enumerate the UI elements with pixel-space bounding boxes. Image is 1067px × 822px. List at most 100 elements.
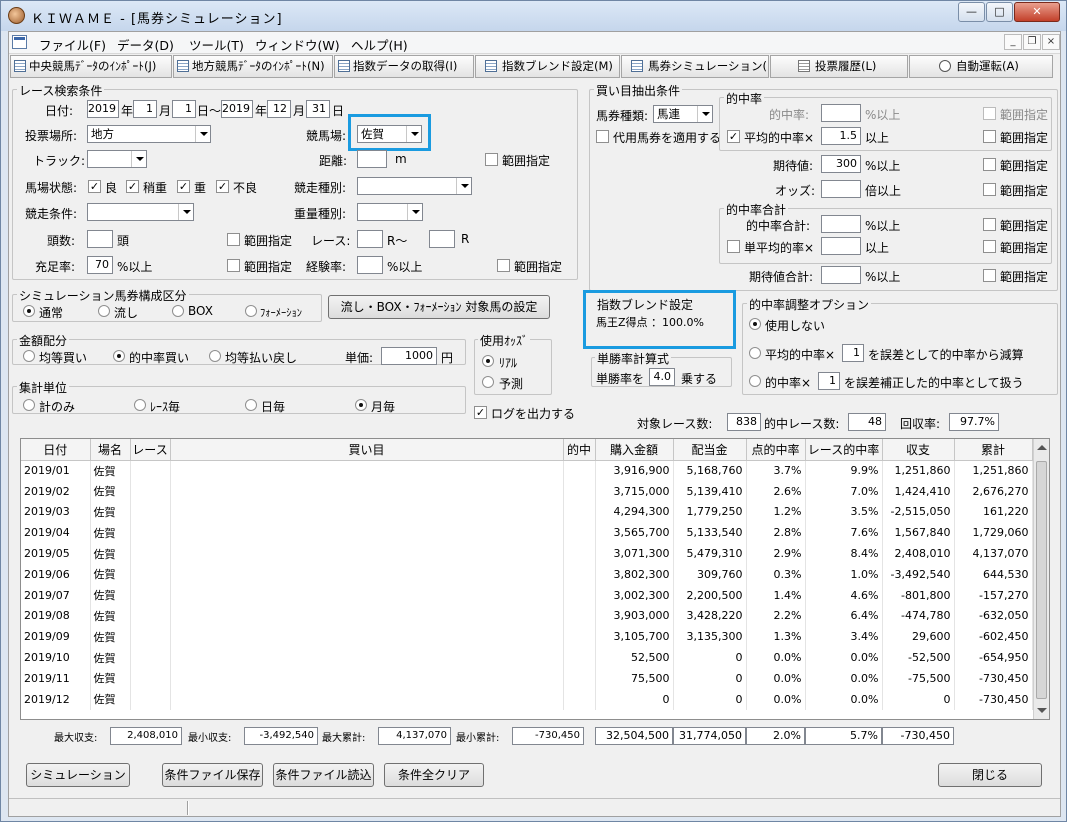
table-row[interactable]: 2019/08 佐賀 3,903,000 3,428,220 2.2% 6.4% -474,… xyxy=(21,605,1033,627)
table-scrollbar[interactable] xyxy=(1033,439,1049,719)
table-row[interactable]: 2019/12 佐賀 0 0 0.0% 0.0% 0 -730,450 xyxy=(21,688,1033,710)
agg-day-radio[interactable] xyxy=(245,399,257,411)
adjust-none-radio[interactable] xyxy=(749,318,761,330)
course-select[interactable] xyxy=(87,150,147,168)
col-cumulative[interactable]: 累計 xyxy=(954,439,1033,461)
scroll-thumb[interactable] xyxy=(1036,461,1047,699)
money-hitrate-radio[interactable] xyxy=(113,350,125,362)
from-day-field[interactable]: 1 xyxy=(172,100,196,118)
table-row[interactable]: 2019/05 佐賀 3,071,300 5,479,310 2.9% 8.4% 2,408… xyxy=(21,543,1033,564)
hit-sum-range-checkbox[interactable] xyxy=(983,218,996,231)
col-race[interactable]: レース xyxy=(130,439,171,461)
table-row[interactable]: 2019/11 佐賀 75,500 0 0.0% 0.0% -75,500 -730,450 xyxy=(21,667,1033,689)
menu-help[interactable]: ヘルプ(H) xyxy=(351,35,408,54)
table-row[interactable]: 2019/02 佐賀 3,715,000 5,139,410 2.6% 7.0% 1,424… xyxy=(21,480,1033,502)
agg-month-radio[interactable] xyxy=(355,399,367,411)
vote-history-button[interactable]: 投票履歴(L) xyxy=(770,55,908,78)
odds-range-checkbox[interactable] xyxy=(983,183,996,196)
sim-normal-radio[interactable] xyxy=(23,305,35,317)
distance-range-checkbox[interactable] xyxy=(485,153,498,166)
avg-hit-field[interactable]: 1.5 xyxy=(821,127,861,145)
bet-type-select[interactable]: 馬連 xyxy=(653,105,713,123)
odds-real-radio[interactable] xyxy=(482,355,494,367)
exp-range-checkbox[interactable] xyxy=(497,259,510,272)
money-equal-return-radio[interactable] xyxy=(209,350,221,362)
fill-range-checkbox[interactable] xyxy=(227,259,240,272)
win-rate-field[interactable]: 4.0 xyxy=(649,368,675,386)
to-day-field[interactable]: 31 xyxy=(306,100,330,118)
avg-hit-checkbox[interactable]: ✓ xyxy=(727,130,740,143)
target-horse-settings-button[interactable]: 流し・BOX・ﾌｫｰﾒｰｼｮﾝ 対象馬の設定 xyxy=(328,295,550,319)
heads-range-checkbox[interactable] xyxy=(227,233,240,246)
to-year-field[interactable]: 2019 xyxy=(221,100,253,118)
col-date[interactable]: 日付 xyxy=(21,439,91,461)
table-row[interactable]: 2019/04 佐賀 3,565,700 5,133,540 2.8% 7.6% 1,567… xyxy=(21,522,1033,544)
table-row[interactable]: 2019/06 佐賀 3,802,300 309,760 0.3% 1.0% -3,492,… xyxy=(21,563,1033,585)
col-bet[interactable]: 買い目 xyxy=(170,439,564,461)
odds-field[interactable] xyxy=(821,180,861,198)
scroll-down-icon[interactable] xyxy=(1037,708,1047,713)
col-race-hit-rate[interactable]: レース的中率 xyxy=(805,439,883,461)
ev-sum-range-checkbox[interactable] xyxy=(983,269,996,282)
sim-box-radio[interactable] xyxy=(172,305,184,317)
results-table[interactable]: 日付 場名 レース 買い目 的中 購入金額 配当金 点的中率 レース的中率 収支… xyxy=(20,438,1050,720)
cond-bad-checkbox[interactable]: ✓ xyxy=(216,180,229,193)
unit-price-field[interactable]: 1000 xyxy=(381,347,437,365)
table-row[interactable]: 2019/07 佐賀 3,002,300 2,200,500 1.4% 4.6% -801,… xyxy=(21,584,1033,606)
single-avg-checkbox[interactable] xyxy=(727,240,740,253)
from-month-field[interactable]: 1 xyxy=(133,100,157,118)
load-conditions-button[interactable]: 条件ファイル読込 xyxy=(273,763,374,787)
col-buy-amount[interactable]: 購入金額 xyxy=(595,439,674,461)
betting-simulation-button[interactable]: 馬券シミュレーション(B) xyxy=(621,55,769,78)
adjust-correct-field[interactable]: 1 xyxy=(818,372,840,390)
col-venue[interactable]: 場名 xyxy=(90,439,131,461)
log-output-checkbox[interactable]: ✓ xyxy=(474,406,487,419)
table-row[interactable]: 2019/10 佐賀 52,500 0 0.0% 0.0% -52,500 -654,950 xyxy=(21,647,1033,668)
ev-range-checkbox[interactable] xyxy=(983,158,996,171)
fill-rate-field[interactable]: 70 xyxy=(87,256,113,274)
scroll-up-icon[interactable] xyxy=(1037,445,1047,450)
maximize-button[interactable]: □ xyxy=(986,2,1013,22)
close-button[interactable]: 閉じる xyxy=(938,763,1042,787)
weight-type-select[interactable] xyxy=(357,203,423,221)
menu-data[interactable]: データ(D) xyxy=(117,35,174,54)
blend-settings-button[interactable]: 指数ブレンド設定(M) xyxy=(475,55,620,78)
auto-run-button[interactable]: 自動運転(A) xyxy=(909,55,1053,78)
race-type-select[interactable] xyxy=(357,177,472,195)
col-payout[interactable]: 配当金 xyxy=(673,439,747,461)
menu-window[interactable]: ウィンドウ(W) xyxy=(255,35,340,54)
mdi-minimize-button[interactable]: _ xyxy=(1004,34,1022,50)
table-row[interactable]: 2019/03 佐賀 4,294,300 1,779,250 1.2% 3.5% -2,51… xyxy=(21,501,1033,523)
single-avg-field[interactable] xyxy=(821,237,861,255)
close-window-button[interactable]: ✕ xyxy=(1014,2,1060,22)
import-local-button[interactable]: 地方競馬ﾃﾞｰﾀのｲﾝﾎﾟｰﾄ(N) xyxy=(173,55,333,78)
col-income[interactable]: 収支 xyxy=(882,439,955,461)
menu-tools[interactable]: ツール(T) xyxy=(189,35,244,54)
hit-rate-range-checkbox[interactable] xyxy=(983,107,996,120)
agg-race-radio[interactable] xyxy=(134,399,146,411)
race-to-field[interactable] xyxy=(429,230,455,248)
table-row[interactable]: 2019/09 佐賀 3,105,700 3,135,300 1.3% 3.4% 29,60… xyxy=(21,626,1033,648)
child-window-icon[interactable] xyxy=(12,35,27,49)
ev-sum-field[interactable] xyxy=(821,266,861,284)
cond-slightly-heavy-checkbox[interactable]: ✓ xyxy=(126,180,139,193)
expected-value-field[interactable]: 300 xyxy=(821,155,861,173)
clear-conditions-button[interactable]: 条件全クリア xyxy=(384,763,484,787)
simulate-button[interactable]: シミュレーション xyxy=(26,763,130,787)
cond-heavy-checkbox[interactable]: ✓ xyxy=(177,180,190,193)
from-year-field[interactable]: 2019 xyxy=(87,100,119,118)
venue-select[interactable]: 地方 xyxy=(87,125,211,143)
distance-field[interactable] xyxy=(357,150,387,168)
single-avg-range-checkbox[interactable] xyxy=(983,240,996,253)
adjust-subtract-radio[interactable] xyxy=(749,347,761,359)
save-conditions-button[interactable]: 条件ファイル保存 xyxy=(162,763,263,787)
race-from-field[interactable] xyxy=(357,230,383,248)
agg-total-radio[interactable] xyxy=(23,399,35,411)
table-row[interactable]: 2019/01 佐賀 3,916,900 5,168,760 3.7% 9.9% 1,251… xyxy=(21,460,1033,481)
import-central-button[interactable]: 中央競馬ﾃﾞｰﾀのｲﾝﾎﾟｰﾄ(J) xyxy=(10,55,172,78)
col-hit[interactable]: 的中 xyxy=(563,439,596,461)
hit-rate-field[interactable] xyxy=(821,104,861,122)
to-month-field[interactable]: 12 xyxy=(267,100,291,118)
adjust-correct-radio[interactable] xyxy=(749,375,761,387)
mdi-close-button[interactable]: × xyxy=(1042,34,1060,50)
